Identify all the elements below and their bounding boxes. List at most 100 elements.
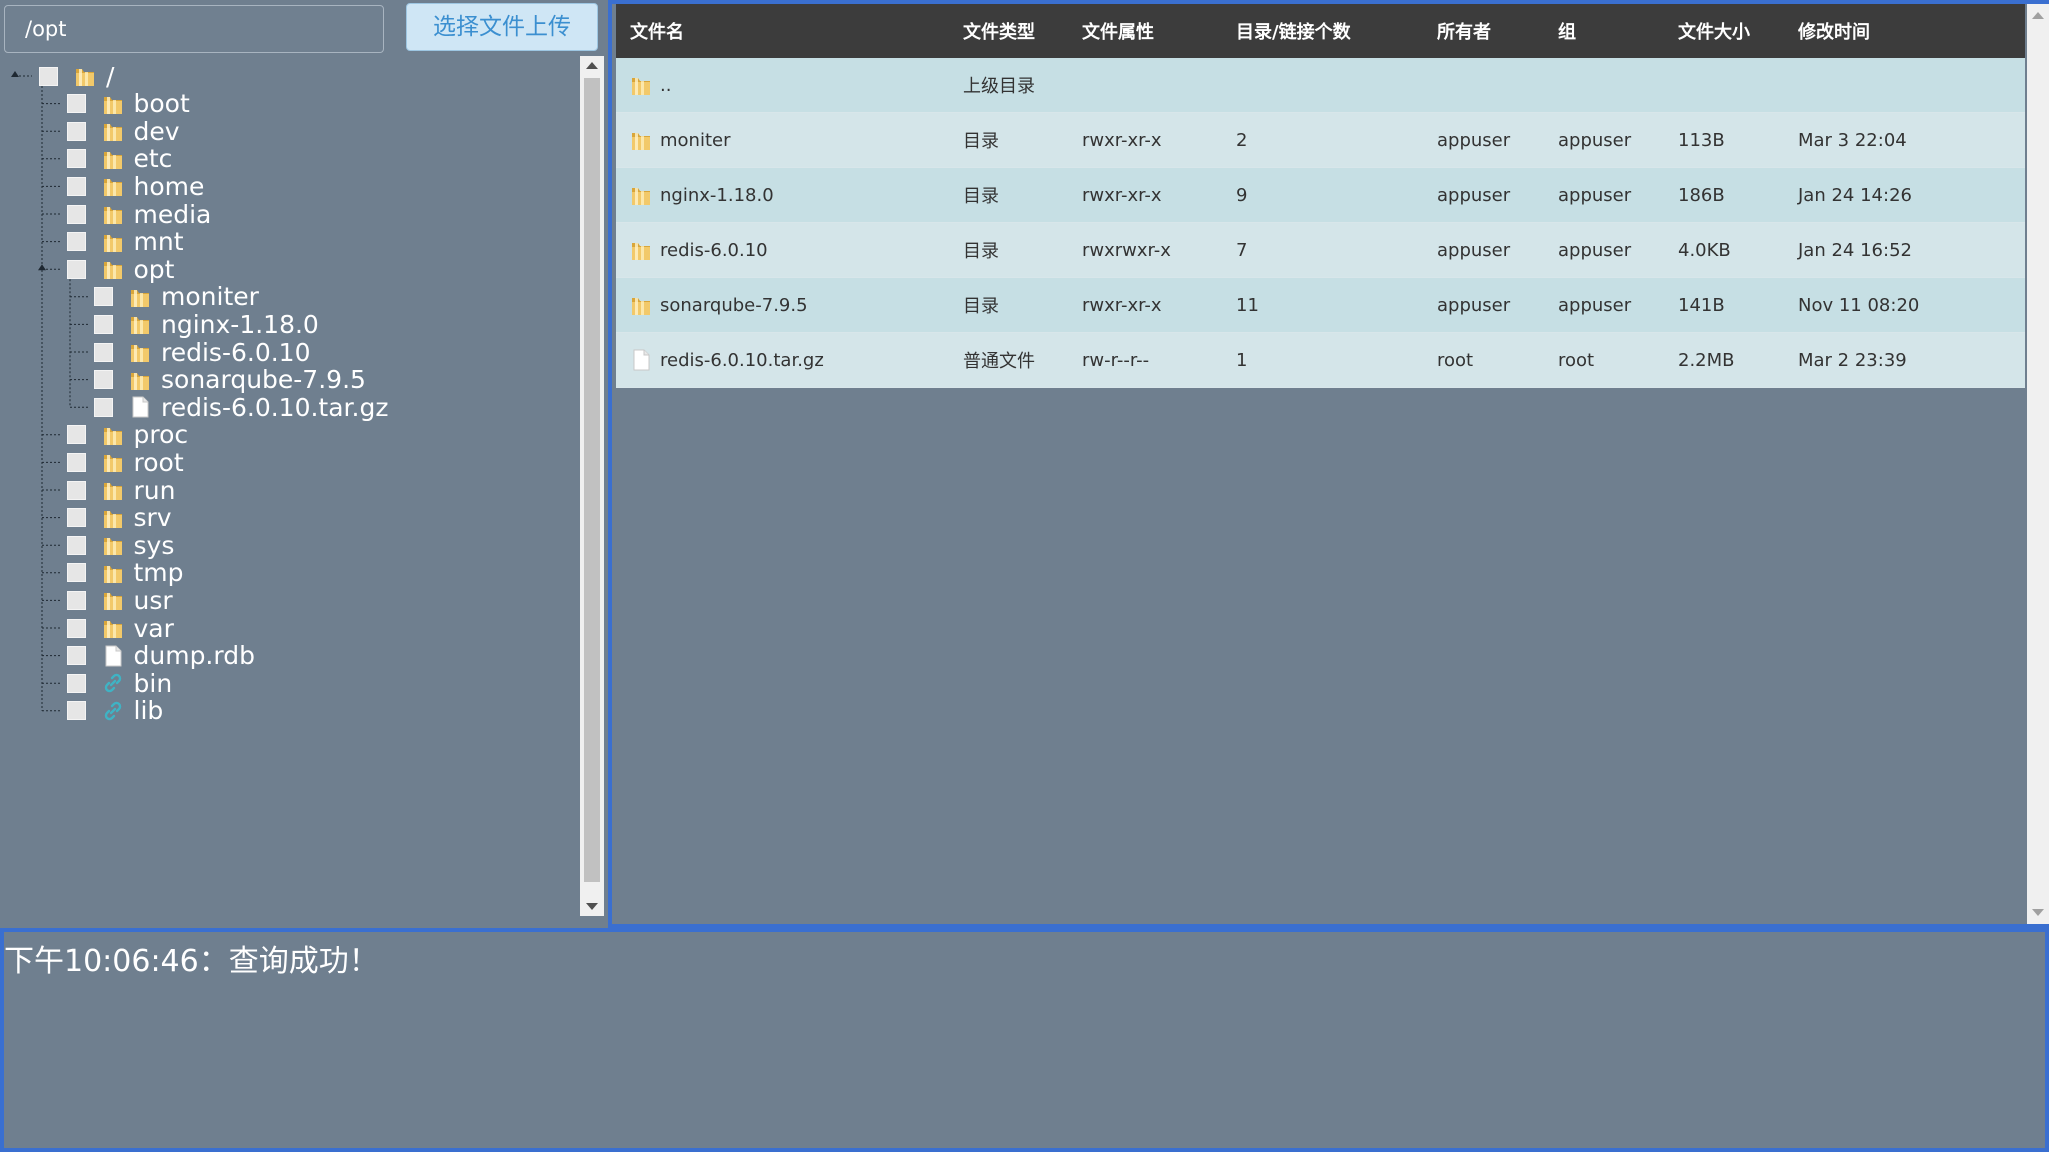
- file-name-cell[interactable]: nginx-1.18.0: [616, 183, 963, 207]
- tree-scrollbar[interactable]: [580, 56, 604, 916]
- scroll-down-arrow-icon[interactable]: [586, 903, 598, 910]
- tree-node-checkbox[interactable]: [94, 397, 113, 417]
- tree-node-checkbox[interactable]: [66, 480, 86, 500]
- header-owner[interactable]: 所有者: [1437, 18, 1558, 44]
- folder-icon: [102, 506, 124, 530]
- file-name-cell[interactable]: redis-6.0.10.tar.gz: [616, 348, 963, 372]
- file-group: appuser: [1558, 129, 1632, 151]
- header-mtime[interactable]: 修改时间: [1798, 18, 1998, 44]
- file-name[interactable]: sonarqube-7.9.5: [660, 295, 808, 316]
- scroll-down-arrow-icon[interactable]: [2032, 909, 2044, 916]
- file-list-scrollbar[interactable]: [2027, 4, 2049, 924]
- file-size: 113B: [1678, 129, 1725, 151]
- file-icon: [102, 644, 124, 668]
- folder-icon: [102, 119, 124, 143]
- folder-icon: [102, 230, 124, 254]
- folder-icon: [630, 238, 652, 262]
- tree-node-checkbox[interactable]: [94, 342, 113, 362]
- file-name[interactable]: nginx-1.18.0: [660, 185, 774, 206]
- file-name[interactable]: moniter: [660, 130, 731, 151]
- tree-node-checkbox[interactable]: [66, 232, 86, 252]
- scroll-up-arrow-icon[interactable]: [586, 62, 598, 69]
- tree-node-checkbox[interactable]: [66, 701, 86, 721]
- tree-node-checkbox[interactable]: [66, 121, 86, 141]
- file-group: appuser: [1558, 294, 1632, 316]
- table-header: 文件名 文件类型 文件属性 目录/链接个数 所有者 组 文件大小 修改时间: [616, 4, 2025, 58]
- tree-node-checkbox[interactable]: [66, 149, 86, 169]
- file-name[interactable]: redis-6.0.10.tar.gz: [660, 350, 824, 371]
- tree-node-checkbox[interactable]: [66, 508, 86, 528]
- tree-node-checkbox[interactable]: [66, 590, 86, 610]
- tree-node-label[interactable]: lib: [134, 696, 164, 725]
- file-mtime: Mar 3 22:04: [1798, 129, 1907, 151]
- file-type: 上级目录: [963, 76, 1035, 97]
- file-icon: [630, 348, 652, 372]
- file-name[interactable]: ..: [660, 75, 671, 96]
- file-type: 目录: [963, 186, 999, 207]
- table-row[interactable]: sonarqube-7.9.5 目录 rwxr-xr-x 11 appuser appus…: [616, 278, 2025, 333]
- tree-node-checkbox[interactable]: [66, 618, 86, 638]
- scroll-up-arrow-icon[interactable]: [2032, 12, 2044, 19]
- tree-node-checkbox[interactable]: [66, 535, 86, 555]
- folder-icon: [129, 368, 151, 392]
- file-group: appuser: [1558, 239, 1632, 261]
- file-type: 目录: [963, 131, 999, 152]
- table-row[interactable]: moniter 目录 rwxr-xr-x 2 appuser appuser 113B Mar…: [616, 113, 2025, 168]
- table-row[interactable]: redis-6.0.10.tar.gz 普通文件 rw-r--r-- 1 root roo…: [616, 333, 2025, 388]
- file-links: 1: [1236, 349, 1248, 371]
- file-group: root: [1558, 349, 1595, 371]
- link-icon: [102, 671, 124, 695]
- header-links[interactable]: 目录/链接个数: [1236, 18, 1437, 44]
- file-name-cell[interactable]: redis-6.0.10: [616, 238, 963, 262]
- header-attr[interactable]: 文件属性: [1082, 18, 1236, 44]
- folder-icon: [102, 561, 124, 585]
- tree-node-checkbox[interactable]: [66, 259, 86, 279]
- folder-icon: [102, 174, 124, 198]
- tree-node-checkbox[interactable]: [94, 287, 113, 307]
- tree-node-checkbox[interactable]: [94, 314, 113, 334]
- file-size: 186B: [1678, 184, 1725, 206]
- tree-node-checkbox[interactable]: [94, 370, 113, 390]
- header-group[interactable]: 组: [1558, 18, 1678, 44]
- file-owner: appuser: [1437, 239, 1511, 261]
- path-input[interactable]: [4, 5, 384, 53]
- header-type[interactable]: 文件类型: [963, 18, 1082, 44]
- folder-icon: [102, 257, 124, 281]
- table-row[interactable]: nginx-1.18.0 目录 rwxr-xr-x 9 appuser appuser 18…: [616, 168, 2025, 223]
- table-row[interactable]: redis-6.0.10 目录 rwxrwxr-x 7 appuser appuser 4.…: [616, 223, 2025, 278]
- table-row[interactable]: .. 上级目录: [616, 58, 2025, 113]
- tree-node-checkbox[interactable]: [39, 66, 58, 86]
- file-list-panel: 文件名 文件类型 文件属性 目录/链接个数 所有者 组 文件大小 修改时间 ..…: [608, 0, 2049, 928]
- tree-node-checkbox[interactable]: [66, 646, 86, 666]
- file-size: 4.0KB: [1678, 239, 1731, 261]
- folder-icon: [102, 533, 124, 557]
- file-attr: rwxr-xr-x: [1082, 129, 1162, 151]
- file-name-cell[interactable]: sonarqube-7.9.5: [616, 293, 963, 317]
- folder-icon: [630, 293, 652, 317]
- tree-node-label[interactable]: redis-6.0.10.tar.gz: [161, 393, 388, 422]
- upload-file-button[interactable]: 选择文件上传: [406, 3, 598, 51]
- file-name[interactable]: redis-6.0.10: [660, 240, 768, 261]
- file-attr: rw-r--r--: [1082, 349, 1150, 371]
- link-icon: [102, 699, 124, 723]
- file-size: 2.2MB: [1678, 349, 1735, 371]
- tree-node-checkbox[interactable]: [66, 563, 86, 583]
- folder-icon: [129, 340, 151, 364]
- file-attr: rwxr-xr-x: [1082, 184, 1162, 206]
- tree-node-checkbox[interactable]: [66, 94, 86, 114]
- tree-node[interactable]: lib: [66, 693, 164, 729]
- file-size: 141B: [1678, 294, 1725, 316]
- tree-node-checkbox[interactable]: [66, 425, 86, 445]
- file-links: 7: [1236, 239, 1248, 261]
- file-name-cell[interactable]: ..: [616, 73, 963, 97]
- folder-icon: [102, 202, 124, 226]
- header-name[interactable]: 文件名: [616, 18, 963, 44]
- tree-node-checkbox[interactable]: [66, 204, 86, 224]
- file-name-cell[interactable]: moniter: [616, 128, 963, 152]
- file-group: appuser: [1558, 184, 1632, 206]
- tree-node-checkbox[interactable]: [66, 673, 86, 693]
- scrollbar-thumb[interactable]: [584, 78, 600, 882]
- tree-node-checkbox[interactable]: [66, 176, 86, 196]
- tree-node-checkbox[interactable]: [66, 452, 86, 472]
- header-size[interactable]: 文件大小: [1678, 18, 1798, 44]
